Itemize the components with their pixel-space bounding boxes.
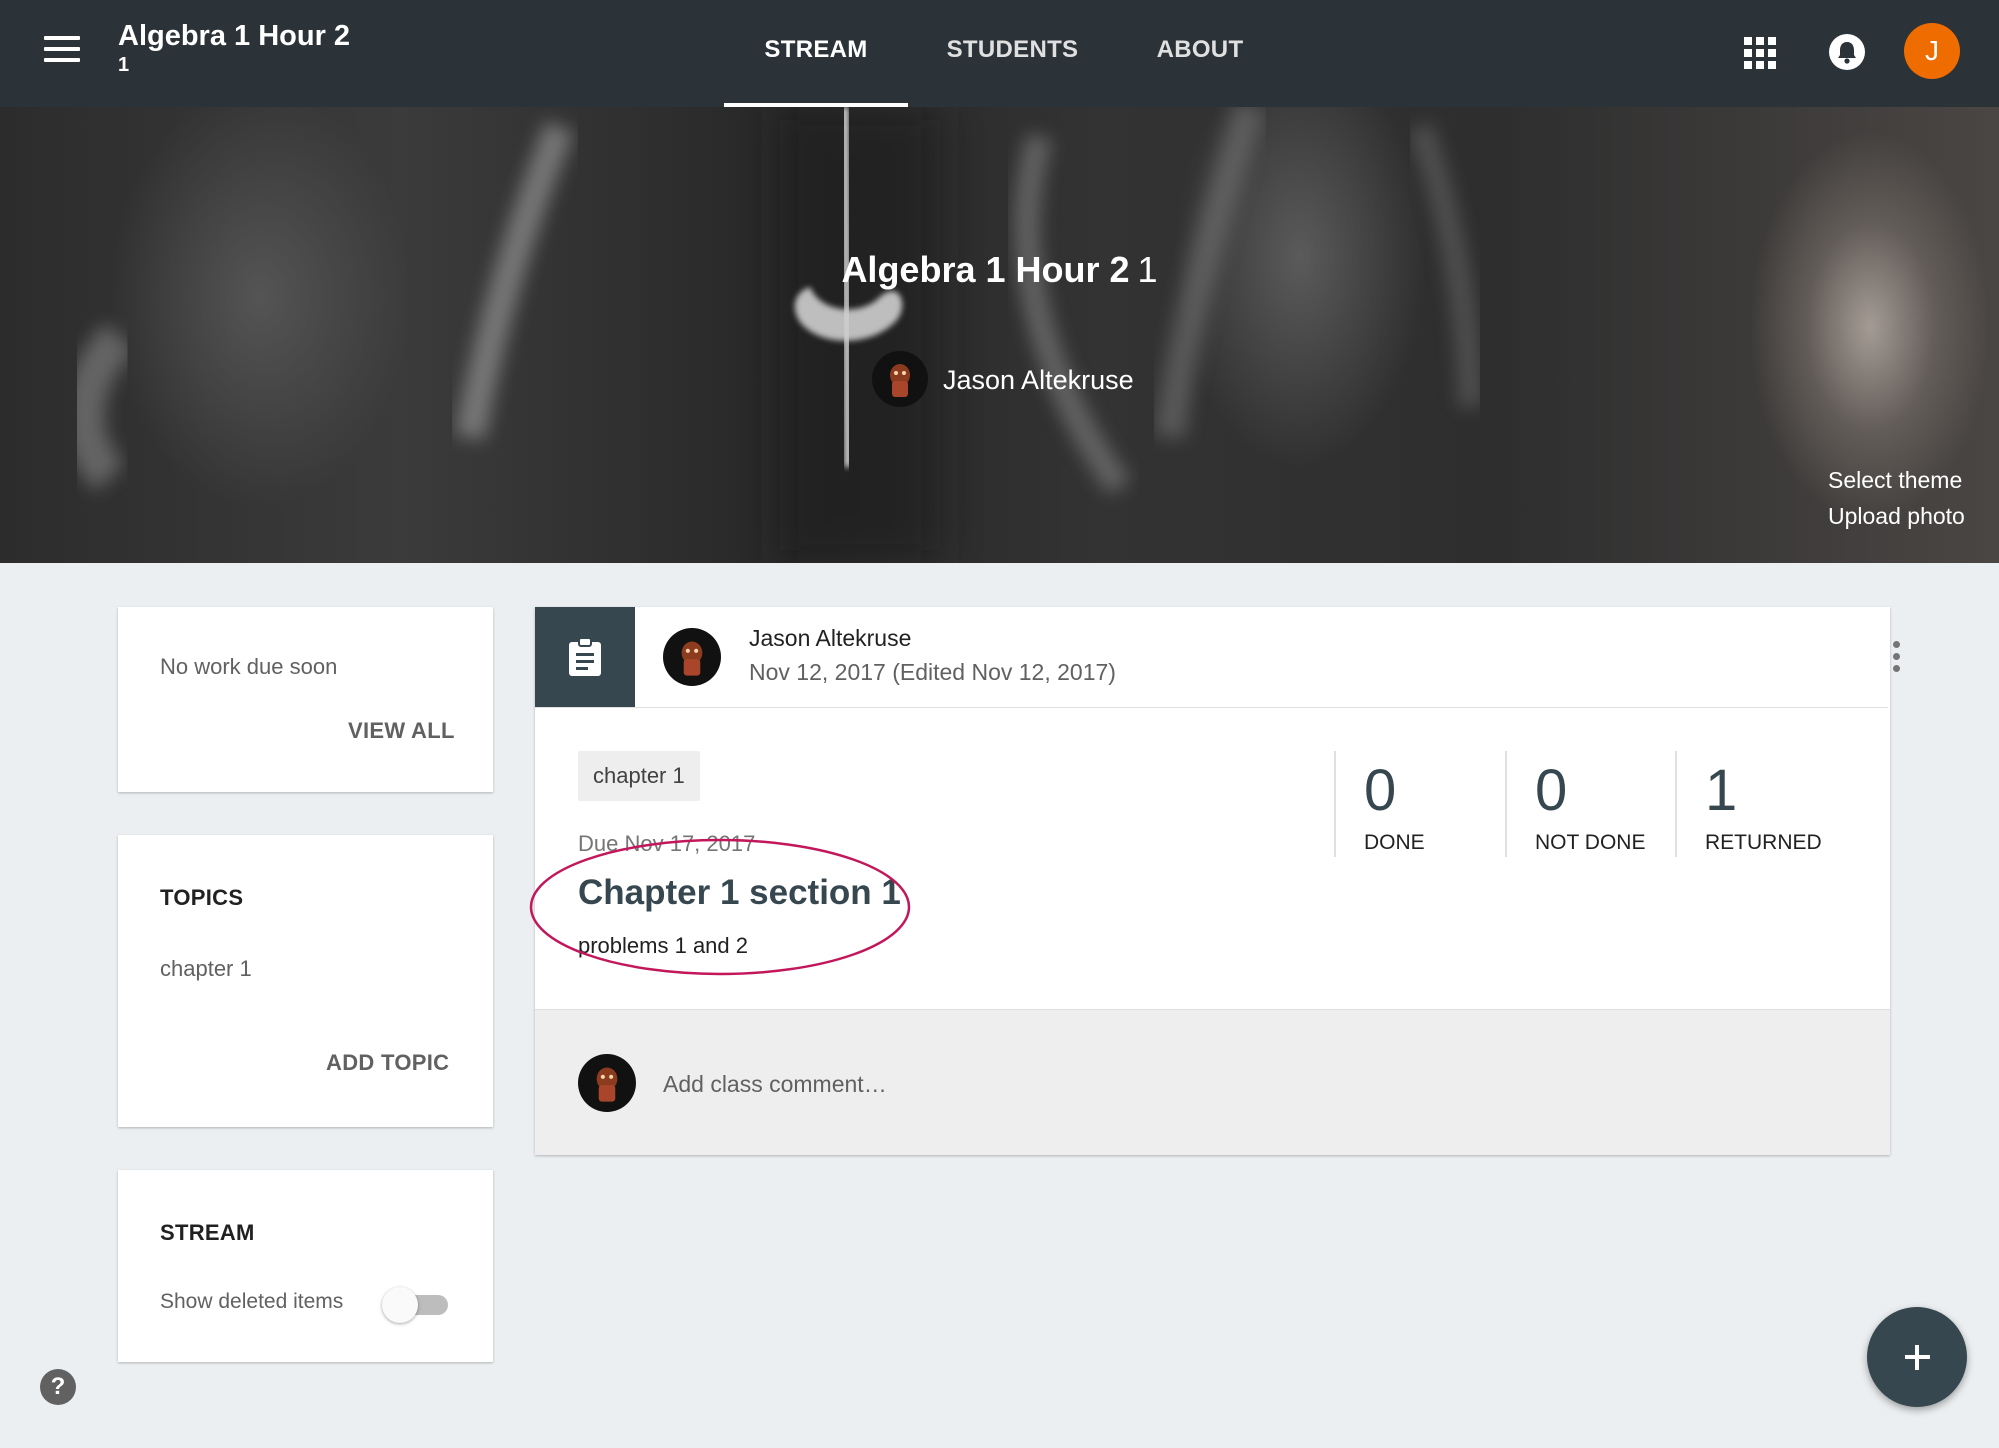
stat-separator <box>1675 751 1677 857</box>
view-all-button[interactable]: VIEW ALL <box>348 718 455 744</box>
show-deleted-toggle[interactable] <box>382 1287 452 1323</box>
banner-title-text: Algebra 1 Hour 2 <box>841 249 1130 290</box>
commenter-avatar <box>578 1054 636 1112</box>
topic-item-chapter-1[interactable]: chapter 1 <box>160 956 252 982</box>
upload-photo-link[interactable]: Upload photo <box>1828 503 1965 530</box>
teacher-avatar[interactable] <box>872 351 928 407</box>
show-deleted-label: Show deleted items <box>160 1290 344 1313</box>
notifications-bell-icon[interactable] <box>1829 34 1865 70</box>
banner-chalk-art <box>64 107 1482 563</box>
banner-section-text: 1 <box>1137 249 1158 290</box>
assignment-post-card: Jason Altekruse Nov 12, 2017 (Edited Nov… <box>529 607 1900 1155</box>
done-count: 0 <box>1364 758 1397 823</box>
tab-students[interactable]: STUDENTS <box>930 0 1095 107</box>
post-date: Nov 12, 2017 (Edited Nov 12, 2017) <box>749 659 1116 685</box>
due-date: Due Nov 17, 2017 <box>578 831 756 856</box>
tab-about[interactable]: ABOUT <box>1130 0 1270 107</box>
header-class-section: 1 <box>118 54 130 76</box>
not-done-count: 0 <box>1535 758 1568 823</box>
assignment-type-badge <box>535 607 635 707</box>
stream-settings-card: STREAM Show deleted items <box>118 1170 493 1362</box>
more-options-icon[interactable] <box>1890 641 1902 675</box>
select-theme-link[interactable]: Select theme <box>1828 467 1962 494</box>
topic-chip: chapter 1 <box>578 751 700 801</box>
apps-grid-icon[interactable] <box>1744 37 1776 69</box>
user-account-avatar[interactable]: J <box>1904 23 1960 79</box>
class-comment-area <box>535 1009 1890 1155</box>
assignment-icon <box>569 637 601 676</box>
stat-separator <box>1334 751 1336 857</box>
stream-settings-heading: STREAM <box>160 1220 255 1245</box>
post-header-divider <box>535 707 1888 708</box>
stat-separator <box>1505 751 1507 857</box>
post-author-avatar <box>663 628 721 686</box>
no-work-due-text: No work due soon <box>160 654 338 679</box>
post-author-name: Jason Altekruse <box>749 625 912 651</box>
class-comment-input[interactable] <box>663 1066 1263 1102</box>
tab-stream[interactable]: STREAM <box>724 0 908 107</box>
hamburger-menu-icon[interactable] <box>44 36 80 66</box>
returned-label[interactable]: RETURNED <box>1705 831 1822 855</box>
upcoming-card: No work due soon VIEW ALL <box>118 607 493 792</box>
done-label[interactable]: DONE <box>1364 831 1425 855</box>
add-topic-button[interactable]: ADD TOPIC <box>326 1050 449 1076</box>
class-banner: Algebra 1 Hour 21 Jason Altekruse Select… <box>0 107 1999 563</box>
returned-count: 1 <box>1705 758 1738 823</box>
topics-card: TOPICS chapter 1 ADD TOPIC <box>118 835 493 1127</box>
create-fab-button[interactable] <box>1867 1307 1967 1407</box>
assignment-description: problems 1 and 2 <box>578 933 748 958</box>
help-icon[interactable]: ? <box>40 1369 76 1405</box>
not-done-label[interactable]: NOT DONE <box>1535 831 1645 855</box>
top-app-bar: Algebra 1 Hour 2 1 STREAM STUDENTS ABOUT… <box>0 0 1999 107</box>
banner-teacher-name: Jason Altekruse <box>943 365 1134 395</box>
assignment-title[interactable]: Chapter 1 section 1 <box>578 873 901 913</box>
topics-heading: TOPICS <box>160 885 244 910</box>
banner-class-title: Algebra 1 Hour 21 <box>0 249 1999 291</box>
header-class-title[interactable]: Algebra 1 Hour 2 <box>118 20 350 53</box>
